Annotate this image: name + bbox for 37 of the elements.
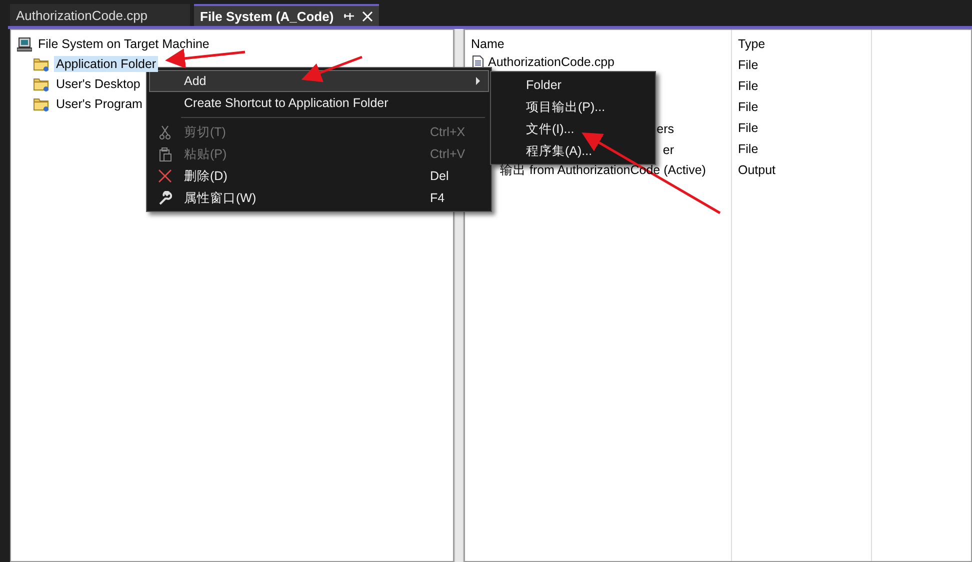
tab[interactable]: File System (A_Code) [194, 4, 379, 26]
submenu-arrow-icon [476, 77, 480, 85]
tree-item[interactable]: User's Program [54, 96, 144, 112]
scissors-icon [158, 124, 172, 140]
pin-icon[interactable] [342, 11, 354, 21]
tree-item[interactable]: Application Folder [54, 56, 158, 72]
menu-item[interactable]: Add [149, 70, 489, 92]
folder-icon [33, 96, 50, 112]
menu-item[interactable]: Create Shortcut to Application Folder [149, 92, 489, 114]
column-header[interactable]: Type [732, 34, 871, 54]
column-header[interactable]: Name [465, 34, 731, 54]
table-cell: File [738, 120, 758, 134]
table-cell: ers [656, 122, 674, 136]
annotation-arrow [301, 56, 362, 82]
tree-item[interactable]: User's Desktop [54, 76, 142, 92]
table-cell: File [738, 142, 758, 156]
menu-item[interactable]: 属性窗口(W) F4 [149, 187, 489, 209]
folder-icon [33, 56, 50, 72]
tree-item[interactable]: File System on Target Machine [36, 36, 212, 52]
clipboard-icon [158, 146, 172, 162]
wrench-icon [158, 190, 172, 206]
tab[interactable]: AuthorizationCode.cpp [10, 4, 190, 26]
folder-icon [33, 76, 50, 92]
delete-icon [158, 168, 172, 184]
table-cell: AuthorizationCode.cpp [488, 55, 614, 69]
close-icon[interactable] [362, 10, 373, 22]
menu-item[interactable]: Folder [493, 74, 653, 96]
table-cell: File [738, 58, 758, 72]
table-cell: File [738, 78, 758, 92]
computer-icon [17, 36, 32, 52]
menu-item[interactable]: 项目输出(P)... [493, 96, 653, 118]
menu-item[interactable]: 程序集(A)... [493, 140, 653, 162]
menu-item[interactable]: 删除(D) Del [149, 165, 489, 187]
table-cell: Output [738, 162, 776, 176]
table-cell: File [738, 100, 758, 114]
table-cell: er [662, 142, 674, 156]
menu-item[interactable]: 文件(I)... [493, 118, 653, 140]
